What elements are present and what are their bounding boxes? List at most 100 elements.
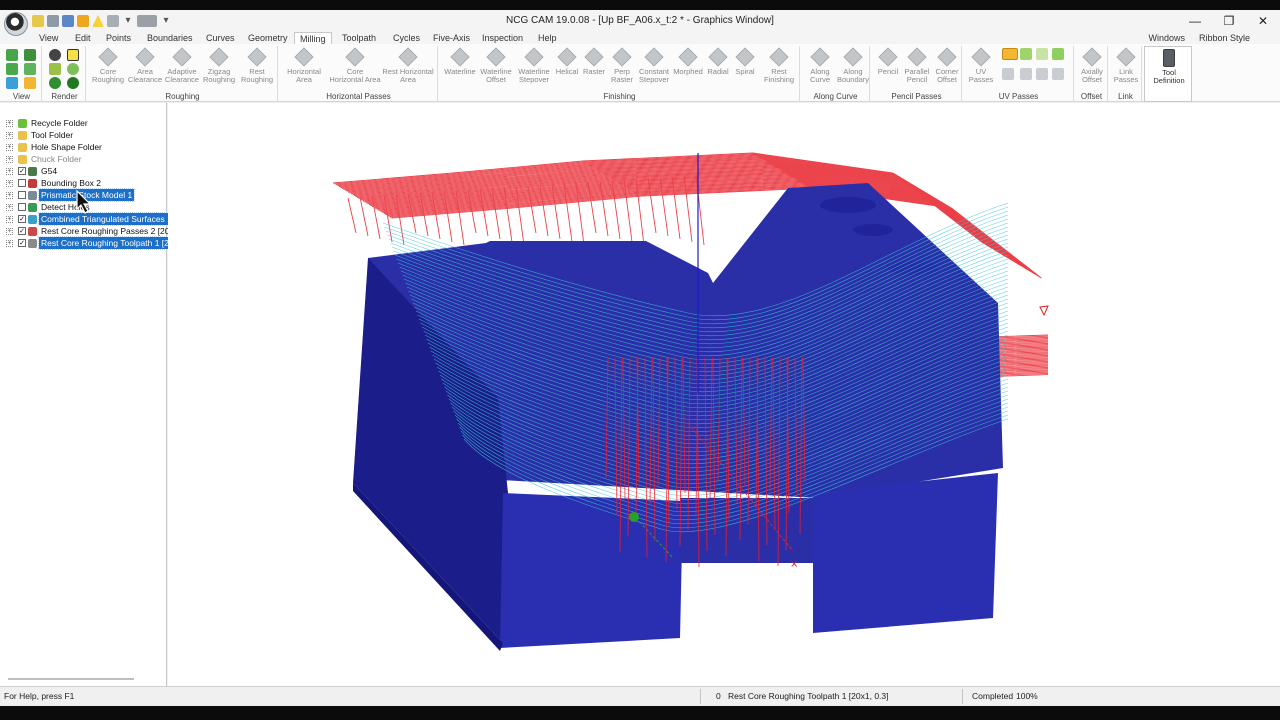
visibility-checkbox[interactable]: ✓ — [18, 215, 26, 223]
visibility-checkbox[interactable]: ✓ — [18, 227, 26, 235]
ribbon-tabs: View Edit Points Boundaries Curves Geome… — [0, 32, 1280, 45]
uv-up-icon[interactable] — [1052, 48, 1064, 60]
tab-help[interactable]: Help — [533, 32, 562, 44]
wireframe-render-icon[interactable] — [67, 49, 79, 61]
rest-roughing-button[interactable]: Rest Roughing — [238, 47, 276, 84]
tab-edit[interactable]: Edit — [70, 32, 96, 44]
uv-plus-icon[interactable] — [1020, 68, 1032, 80]
tree-item[interactable]: + ✓ Rest Core Roughing Toolpath 1 [20 — [0, 236, 177, 250]
tab-boundaries[interactable]: Boundaries — [142, 32, 198, 44]
zigzag-roughing-icon — [209, 47, 229, 67]
tree-item[interactable]: + ✓ Rest Core Roughing Passes 2 [20x1, — [0, 225, 181, 237]
tree-horizontal-scrollbar[interactable] — [8, 678, 134, 680]
tab-inspection[interactable]: Inspection — [477, 32, 528, 44]
ribbon: View Render Core Roughing Area Clearance… — [0, 44, 1280, 102]
visibility-checkbox[interactable] — [18, 179, 26, 187]
expand-icon[interactable]: + — [6, 120, 13, 127]
along-boundary-button[interactable]: Along Boundary — [836, 47, 870, 84]
horizontal-area-button[interactable]: Horizontal Area — [282, 47, 326, 84]
visibility-checkbox[interactable] — [18, 191, 26, 199]
uv-split-icon[interactable] — [1052, 68, 1064, 80]
visibility-checkbox[interactable]: ✓ — [18, 167, 26, 175]
3d-viewport[interactable]: × — [168, 103, 1280, 686]
expand-icon[interactable]: + — [6, 180, 13, 187]
view-front-icon[interactable] — [6, 63, 18, 75]
graphics-window[interactable]: × — [168, 103, 1280, 686]
expand-icon[interactable]: + — [6, 240, 13, 247]
view-top-icon[interactable] — [24, 49, 36, 61]
tree-item[interactable]: + Bounding Box 2 — [0, 177, 167, 189]
render-edge-icon[interactable] — [67, 77, 79, 89]
tab-toolpath[interactable]: Toolpath — [337, 32, 381, 44]
tab-points[interactable]: Points — [101, 32, 136, 44]
radial-button[interactable]: Radial — [705, 47, 731, 76]
uv-direction-icon[interactable] — [1002, 48, 1018, 60]
corner-offset-button[interactable]: Corner Offset — [932, 47, 962, 84]
link-passes-button[interactable]: Link Passes — [1110, 47, 1142, 84]
along-curve-button[interactable]: Along Curve — [804, 47, 836, 84]
app-menu-icon[interactable] — [4, 12, 28, 36]
uv-forward-icon[interactable] — [1020, 48, 1032, 60]
rest-finishing-button[interactable]: Rest Finishing — [760, 47, 798, 84]
expand-icon[interactable]: + — [6, 204, 13, 211]
ribbon-style-menu[interactable]: Ribbon Style — [1199, 32, 1250, 44]
axially-offset-button[interactable]: Axially Offset — [1076, 47, 1108, 84]
expand-icon[interactable]: + — [6, 144, 13, 151]
zigzag-roughing-button[interactable]: Zigzag Roughing — [201, 47, 237, 84]
raster-button[interactable]: Raster — [581, 47, 607, 76]
view-iso-icon[interactable] — [6, 49, 18, 61]
expand-icon[interactable]: + — [6, 156, 13, 163]
pencil-button[interactable]: Pencil — [874, 47, 902, 76]
core-horizontal-area-button[interactable]: Core Horizontal Area — [326, 47, 384, 84]
waterline-button[interactable]: Waterline — [442, 47, 478, 76]
tab-curves[interactable]: Curves — [201, 32, 240, 44]
adaptive-clearance-button[interactable]: Adaptive Clearance — [164, 47, 200, 84]
fit-view-icon[interactable] — [6, 77, 18, 89]
tree-item[interactable]: + Chuck Folder — [0, 153, 167, 165]
uv-next-icon[interactable] — [1036, 48, 1048, 60]
tool-marker — [1039, 305, 1049, 317]
hidden-line-icon[interactable] — [67, 63, 79, 75]
minimize-button[interactable]: — — [1178, 10, 1212, 32]
tree-item[interactable]: + ✓ G54 — [0, 165, 167, 177]
rest-horizontal-area-button[interactable]: Rest Horizontal Area — [380, 47, 436, 84]
recycle-folder-icon — [18, 119, 27, 128]
render-mode-icon[interactable] — [49, 63, 61, 75]
tab-view[interactable]: View — [34, 32, 63, 44]
perp-raster-button[interactable]: Perp Raster — [608, 47, 636, 84]
morphed-button[interactable]: Morphed — [672, 47, 704, 76]
constant-stepover-button[interactable]: Constant Stepover — [636, 47, 672, 84]
tree-item[interactable]: + Hole Shape Folder — [0, 141, 167, 153]
expand-icon[interactable]: + — [6, 216, 13, 223]
core-roughing-button[interactable]: Core Roughing — [90, 47, 126, 84]
tab-cycles[interactable]: Cycles — [388, 32, 425, 44]
expand-icon[interactable]: + — [6, 168, 13, 175]
helical-button[interactable]: Helical — [554, 47, 580, 76]
tab-geometry[interactable]: Geometry — [243, 32, 293, 44]
uv-equal-icon[interactable] — [1036, 68, 1048, 80]
close-button[interactable]: ✕ — [1246, 10, 1280, 32]
tree-item[interactable]: + Tool Folder — [0, 129, 167, 141]
spiral-button[interactable]: Spiral — [732, 47, 758, 76]
expand-icon[interactable]: + — [6, 228, 13, 235]
uv-add-icon[interactable] — [1002, 68, 1014, 80]
visibility-checkbox[interactable] — [18, 203, 26, 211]
expand-icon[interactable]: + — [6, 132, 13, 139]
expand-icon[interactable]: + — [6, 192, 13, 199]
visibility-checkbox[interactable]: ✓ — [18, 239, 26, 247]
waterline-offset-button[interactable]: Waterline Offset — [478, 47, 514, 84]
tab-five-axis[interactable]: Five-Axis — [428, 32, 475, 44]
zoom-icon[interactable] — [24, 77, 36, 89]
shaded-render-icon[interactable] — [49, 49, 61, 61]
area-clearance-button[interactable]: Area Clearance — [127, 47, 163, 84]
tree-item[interactable]: + ✓ Combined Triangulated Surfaces 1 — [0, 212, 175, 226]
waterline-stepover-button[interactable]: Waterline Stepover — [514, 47, 554, 84]
maximize-button[interactable]: ❐ — [1212, 10, 1246, 32]
tool-definition-button[interactable]: Tool Definition — [1145, 49, 1193, 85]
render-smooth-icon[interactable] — [49, 77, 61, 89]
windows-menu[interactable]: Windows — [1148, 32, 1185, 44]
parallel-pencil-button[interactable]: Parallel Pencil — [902, 47, 932, 84]
view-side-icon[interactable] — [24, 63, 36, 75]
uv-passes-button[interactable]: UV Passes — [966, 47, 996, 84]
tree-item[interactable]: + Recycle Folder — [0, 117, 167, 129]
